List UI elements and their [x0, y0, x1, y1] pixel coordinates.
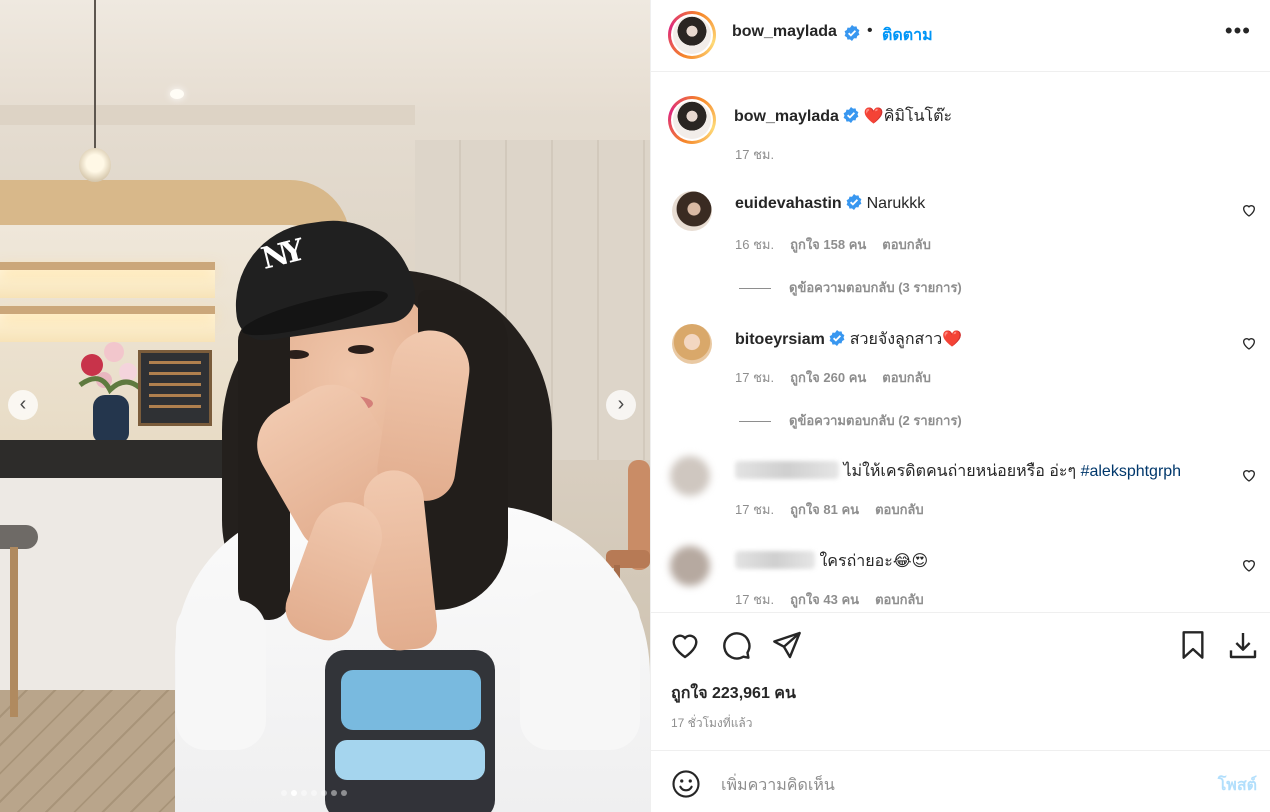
carousel-dot: [311, 790, 317, 796]
verified-badge-icon: [843, 107, 859, 123]
comment-time: 16 ชม.: [735, 237, 775, 252]
laughing-heart-eyes-emoji: 😂😍: [892, 553, 929, 570]
heart-icon[interactable]: [1241, 467, 1257, 483]
carousel-dot: [341, 790, 347, 796]
paper-plane-icon[interactable]: [771, 629, 803, 661]
comment-body: ไม่ให้เครดิตคนถ่ายหน่อยหรือ อ่ะๆ #aleksp…: [735, 459, 1181, 484]
comment-meta: 17 ชม. ถูกใจ 260 คน ตอบกลับ: [735, 367, 947, 388]
comment-text: Narukkk: [866, 195, 926, 212]
photo-shirt-print: [325, 650, 495, 812]
comment-time: 17 ชม.: [735, 370, 775, 385]
photo-ceiling-light: [170, 89, 184, 99]
heart-icon[interactable]: [1241, 202, 1257, 218]
photo-beam: [0, 105, 415, 125]
reply-button[interactable]: ตอบกลับ: [875, 502, 924, 517]
comment-text: ใครถ่ายอะ: [819, 553, 893, 570]
photo-ceiling: [0, 0, 650, 110]
comment-meta: 16 ชม. ถูกใจ 158 คน ตอบกลับ: [735, 234, 947, 255]
reply-button[interactable]: ตอบกลับ: [875, 592, 924, 607]
verified-badge-icon: [829, 330, 845, 346]
avatar[interactable]: [668, 11, 716, 59]
view-replies-button[interactable]: ดูข้อความตอบกลับ (2 รายการ): [739, 410, 962, 431]
photo-pendant-wire: [94, 0, 96, 150]
hashtag-link[interactable]: #aleksphtgrph: [1081, 463, 1182, 480]
photo-shelf: [0, 262, 215, 270]
comment-body: ใครถ่ายอะ😂😍: [735, 549, 928, 574]
caption-username[interactable]: bow_maylada: [734, 108, 839, 125]
photo-shelf: [0, 306, 215, 314]
photo-eye: [348, 345, 374, 354]
likes-count[interactable]: ถูกใจ 223,961 คน: [671, 681, 796, 706]
carousel-dot: [281, 790, 287, 796]
download-icon[interactable]: [1227, 629, 1259, 661]
add-comment-bar: เพิ่มความคิดเห็น โพสต์: [651, 750, 1270, 812]
carousel-dot: [321, 790, 327, 796]
reply-button[interactable]: ตอบกลับ: [882, 370, 931, 385]
comment-username[interactable]: bitoeyrsiam: [735, 331, 825, 348]
bookmark-icon[interactable]: [1177, 629, 1209, 661]
heart-icon[interactable]: [1241, 335, 1257, 351]
red-heart-emoji: ❤️: [863, 108, 884, 125]
photo-sleeve: [520, 590, 640, 750]
carousel-dot: [331, 790, 337, 796]
comment-likes[interactable]: ถูกใจ 158 คน: [790, 237, 866, 252]
comment-time: 17 ชม.: [735, 502, 775, 517]
heart-icon[interactable]: [669, 629, 701, 661]
heart-icon[interactable]: [1241, 557, 1257, 573]
blurred-username[interactable]: [735, 551, 815, 569]
comment-meta: 17 ชม. ถูกใจ 81 คน ตอบกลับ: [735, 499, 940, 520]
avatar[interactable]: [670, 546, 710, 586]
caption-text: คิมิโนโต๊ะ: [883, 108, 953, 125]
chevron-left-icon[interactable]: ‹: [8, 390, 38, 420]
chevron-right-icon[interactable]: ›: [606, 390, 636, 420]
follow-button[interactable]: ติดตาม: [882, 23, 933, 48]
red-heart-emoji: ❤️: [942, 331, 963, 348]
avatar[interactable]: [672, 191, 712, 231]
verified-badge-icon: [844, 25, 860, 41]
photo-pendant-lamp: [79, 148, 111, 182]
caption-time: 17 ชม.: [735, 147, 775, 162]
caption: bow_maylada ❤️คิมิโนโต๊ะ: [734, 104, 952, 129]
post-header: bow_maylada • ติดตาม •••: [651, 0, 1270, 72]
comment-text: ไม่ให้เครดิตคนถ่ายหน่อยหรือ อ่ะๆ: [843, 463, 1077, 480]
view-replies-button[interactable]: ดูข้อความตอบกลับ (3 รายการ): [739, 277, 962, 298]
comment-likes[interactable]: ถูกใจ 81 คน: [790, 502, 859, 517]
verified-badge-icon: [846, 194, 862, 210]
avatar[interactable]: [672, 324, 712, 364]
comment-body: bitoeyrsiam สวยจังลูกสาว❤️: [735, 327, 962, 352]
comment-likes[interactable]: ถูกใจ 260 คน: [790, 370, 866, 385]
photo-shelf-glow: [0, 270, 215, 298]
photo-vase: [93, 395, 129, 443]
carousel-dot: [291, 790, 297, 796]
comment-body: euidevahastin Narukkk: [735, 194, 925, 213]
comment-text: สวยจังลูกสาว: [849, 331, 943, 348]
post-comment-button[interactable]: โพสต์: [1218, 773, 1257, 798]
post-detail-pane: bow_maylada • ติดตาม ••• bow_maylada ❤️ค…: [650, 0, 1270, 812]
avatar[interactable]: [670, 456, 710, 496]
comment-likes[interactable]: ถูกใจ 43 คน: [790, 592, 859, 607]
avatar[interactable]: [668, 96, 716, 144]
photo-stool: [0, 525, 38, 717]
carousel-indicator: [281, 790, 347, 796]
comment-time: 17 ชม.: [735, 592, 775, 607]
comment-input[interactable]: เพิ่มความคิดเห็น: [721, 773, 835, 798]
comment-icon[interactable]: [720, 629, 752, 661]
photo-menu-board: [138, 350, 212, 426]
comment-username[interactable]: euidevahastin: [735, 195, 842, 212]
comment-meta: 17 ชม. ถูกใจ 43 คน ตอบกลับ: [735, 589, 940, 610]
more-options-icon[interactable]: •••: [1225, 18, 1251, 44]
blurred-username[interactable]: [735, 461, 839, 479]
comments-list: bow_maylada ❤️คิมิโนโต๊ะ 17 ชม. euidevah…: [651, 72, 1270, 612]
header-username[interactable]: bow_maylada: [732, 23, 837, 41]
post-timestamp: 17 ชั่วโมงที่แล้ว: [671, 716, 753, 730]
carousel-dot: [301, 790, 307, 796]
photo-sleeve: [176, 600, 266, 750]
header-separator: •: [867, 22, 873, 39]
smiley-icon[interactable]: [671, 769, 701, 799]
post-photo[interactable]: NY ‹ ›: [0, 0, 650, 812]
reply-button[interactable]: ตอบกลับ: [882, 237, 931, 252]
post-actions: ถูกใจ 223,961 คน 17 ชั่วโมงที่แล้ว: [651, 612, 1270, 750]
